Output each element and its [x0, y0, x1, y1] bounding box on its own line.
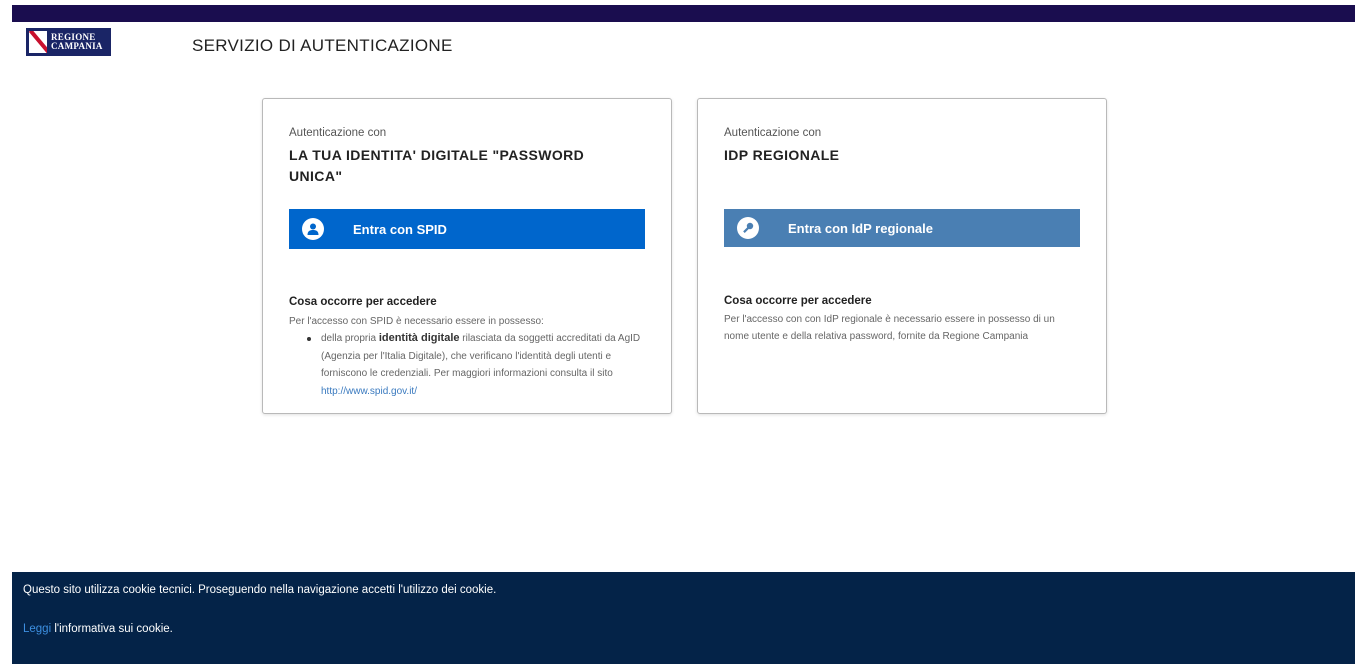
cookie-info-line: Leggi l'informativa sui cookie. — [23, 623, 173, 635]
idp-login-button[interactable]: Entra con IdP regionale — [724, 209, 1080, 247]
cookie-info-label: l'informativa sui cookie. — [51, 623, 173, 635]
cookie-banner: Questo sito utilizza cookie tecnici. Pro… — [12, 572, 1355, 664]
spid-login-card: Autenticazione con LA TUA IDENTITA' DIGI… — [262, 98, 672, 414]
page: REGIONE CAMPANIA SERVIZIO DI AUTENTICAZI… — [0, 0, 1355, 664]
spid-requirements-title: Cosa occorre per accedere — [289, 296, 437, 308]
idp-kicker: Autenticazione con — [724, 127, 822, 139]
identity-bold-text: identità digitale — [378, 332, 460, 344]
key-icon — [737, 217, 759, 239]
logo-line-2: CAMPANIA — [51, 41, 103, 51]
cookie-notice-text: Questo sito utilizza cookie tecnici. Pro… — [23, 584, 497, 596]
page-title: SERVIZIO DI AUTENTICAZIONE — [192, 36, 453, 55]
user-icon — [302, 218, 324, 240]
spid-kicker: Autenticazione con — [289, 127, 387, 139]
top-bar — [12, 5, 1355, 22]
spid-login-button[interactable]: Entra con SPID — [289, 209, 645, 249]
cookie-read-link[interactable]: Leggi — [23, 623, 51, 635]
spid-requirements-list: della propria identità digitale rilascia… — [307, 330, 651, 400]
idp-login-card: Autenticazione con IDP REGIONALE Entra c… — [697, 98, 1107, 414]
spid-requirements-text: Per l'accesso con SPID è necessario esse… — [289, 316, 544, 327]
idp-requirements-text: Per l'accesso con con IdP regionale è ne… — [724, 314, 1055, 342]
idp-heading: IDP REGIONALE — [724, 147, 840, 163]
spid-button-label: Entra con SPID — [353, 221, 447, 237]
idp-requirements-title: Cosa occorre per accedere — [724, 295, 872, 307]
logo-emblem-icon — [29, 31, 47, 53]
list-item: della propria identità digitale rilascia… — [307, 330, 651, 400]
spid-heading: LA TUA IDENTITA' DIGITALE "PASSWORD UNIC… — [289, 147, 585, 184]
idp-button-label: Entra con IdP regionale — [788, 220, 933, 236]
regione-campania-logo[interactable]: REGIONE CAMPANIA — [26, 28, 111, 56]
spid-site-link[interactable]: http://www.spid.gov.it/ — [321, 386, 417, 397]
